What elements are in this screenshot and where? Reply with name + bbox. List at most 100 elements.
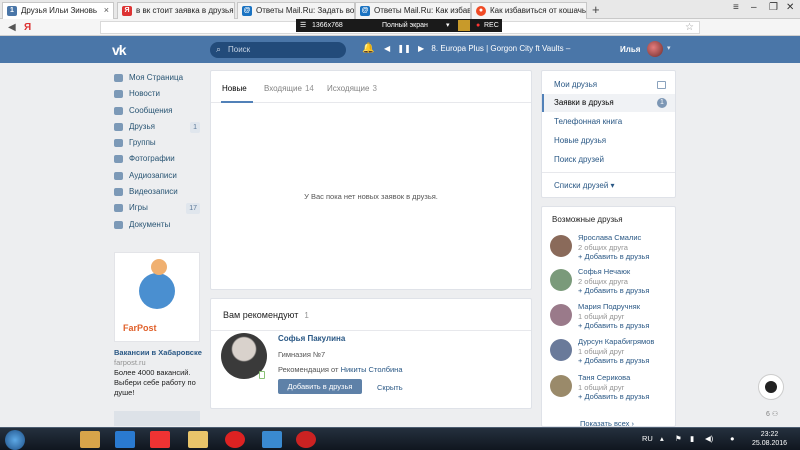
site-favicon-icon: ●: [476, 6, 486, 16]
avatar[interactable]: [550, 235, 572, 257]
vk-logo[interactable]: vk: [112, 42, 127, 58]
tray-app-icon[interactable]: ●: [730, 434, 735, 443]
sidebar-item-groups[interactable]: Группы: [114, 135, 204, 151]
bookmark-star-icon[interactable]: ☆: [685, 22, 694, 33]
start-button[interactable]: [5, 430, 25, 450]
back-icon[interactable]: ◀: [8, 22, 16, 33]
taskbar-app-icon[interactable]: [80, 431, 100, 448]
folder-icon[interactable]: [188, 431, 208, 448]
mutual-friends[interactable]: 2 общих друга: [578, 277, 628, 286]
avatar[interactable]: [647, 41, 663, 57]
clock[interactable]: 23:22 25.08.2016: [752, 430, 787, 448]
window-icon[interactable]: [657, 81, 666, 89]
close-window-icon[interactable]: ✕: [786, 2, 794, 13]
browser-tab-1[interactable]: 1 Друзья Ильи Зиновь ×: [2, 2, 114, 19]
friend-name[interactable]: Ярослава Смалис: [578, 233, 641, 242]
ie-icon[interactable]: [115, 431, 135, 448]
browser-tab-2[interactable]: Я в вк стоит заявка в друзья: [117, 2, 235, 19]
sidebar-item-friends[interactable]: Друзья 1: [114, 119, 204, 135]
chat-widget-count[interactable]: 6 ⚇: [766, 410, 778, 418]
browser-tab-3[interactable]: @ Ответы Mail.Ru: Задать воп: [237, 2, 355, 19]
add-friend-link[interactable]: + Добавить в друзья: [578, 392, 649, 401]
friend-name[interactable]: Мария Подручняк: [578, 302, 640, 311]
ad-site[interactable]: farpost.ru: [114, 358, 146, 367]
bell-icon[interactable]: 🔔: [362, 43, 374, 54]
friend-name[interactable]: Дурсун Карабигрямов: [578, 337, 654, 346]
user-name[interactable]: Илья: [620, 45, 640, 54]
ad-text[interactable]: Более 4000 вакансий. Выбери себе работу …: [114, 368, 204, 398]
friend-name[interactable]: Софья Нечаюк: [578, 267, 630, 276]
yandex-logo[interactable]: Я: [24, 22, 31, 33]
browser-tab-5[interactable]: ● Как избавиться от кошачь: [471, 2, 587, 19]
browser-tab-4[interactable]: @ Ответы Mail.Ru: Как избав: [355, 2, 471, 19]
sidebar-item-video[interactable]: Видеозаписи: [114, 184, 204, 200]
recorder-icon[interactable]: [296, 431, 316, 448]
sidebar-item-messages[interactable]: Сообщения: [114, 103, 204, 119]
chevron-down-icon[interactable]: ▾: [667, 44, 671, 52]
sidebar-item-news[interactable]: Новости: [114, 86, 204, 102]
avatar[interactable]: [550, 304, 572, 326]
volume-icon[interactable]: ◀): [705, 434, 713, 443]
yandex-browser-icon[interactable]: [225, 431, 245, 448]
capture-menu-icon[interactable]: ☰: [300, 19, 306, 32]
add-friend-link[interactable]: + Добавить в друзья: [578, 321, 649, 330]
menu-new-friends[interactable]: Новые друзья: [542, 132, 675, 150]
minimize-icon[interactable]: –: [751, 2, 757, 13]
avatar[interactable]: [550, 269, 572, 291]
next-track-icon[interactable]: ▶: [418, 44, 424, 53]
tray-expand-icon[interactable]: ▴: [660, 434, 664, 443]
prev-track-icon[interactable]: ◀: [384, 44, 390, 53]
mutual-friends[interactable]: 1 общий друг: [578, 347, 624, 356]
ad-title[interactable]: Вакансии в Хабаровске: [114, 348, 202, 357]
add-friend-link[interactable]: + Добавить в друзья: [578, 356, 649, 365]
search-input[interactable]: ⌕ Поиск: [210, 42, 346, 58]
games-icon: [114, 204, 123, 213]
tab-outgoing[interactable]: Исходящие 3: [327, 84, 377, 93]
camera-icon[interactable]: [458, 20, 470, 31]
menu-find-friends[interactable]: Поиск друзей: [542, 151, 675, 169]
sidebar-item-my-page[interactable]: Моя Страница: [114, 70, 204, 86]
recommender-link[interactable]: Никиты Столбина: [341, 365, 403, 374]
now-playing[interactable]: 8. Europa Plus | Gorgon City ft Vaults –: [431, 44, 570, 53]
mutual-friends[interactable]: 1 общий друг: [578, 312, 624, 321]
capture-resolution[interactable]: 1366x768: [312, 19, 343, 32]
language-indicator[interactable]: RU: [642, 434, 653, 443]
ad-image-2[interactable]: [114, 411, 200, 426]
avatar[interactable]: [550, 375, 572, 397]
add-friend-link[interactable]: + Добавить в друзья: [578, 252, 649, 261]
add-friend-link[interactable]: + Добавить в друзья: [578, 286, 649, 295]
sidebar-item-games[interactable]: Игры 17: [114, 200, 204, 216]
flag-icon[interactable]: ⚑: [675, 434, 682, 443]
friend-name[interactable]: Таня Серикова: [578, 373, 630, 382]
menu-friend-lists[interactable]: Списки друзей ▾: [542, 177, 675, 195]
close-tab-icon[interactable]: ×: [104, 5, 109, 15]
menu-icon[interactable]: ≡: [733, 2, 739, 13]
yandex-icon[interactable]: [150, 431, 170, 448]
recommended-user-name[interactable]: Софья Пакулина: [278, 334, 345, 343]
menu-label: Новые друзья: [554, 136, 607, 145]
ad-image[interactable]: FarPost: [114, 252, 200, 342]
mutual-friends[interactable]: 2 общих друга: [578, 243, 628, 252]
media-player-icon[interactable]: [262, 431, 282, 448]
hide-button[interactable]: Скрыть: [377, 383, 403, 392]
menu-my-friends[interactable]: Мои друзья: [542, 76, 675, 94]
mutual-friends[interactable]: 1 общий друг: [578, 383, 624, 392]
sidebar-item-photos[interactable]: Фотографии: [114, 151, 204, 167]
pause-icon[interactable]: ❚❚: [397, 44, 410, 53]
maximize-icon[interactable]: ❐: [769, 2, 778, 13]
add-friend-button[interactable]: Добавить в друзья: [278, 379, 362, 394]
sidebar-item-audio[interactable]: Аудиозаписи: [114, 168, 204, 184]
menu-phone-book[interactable]: Телефонная книга: [542, 113, 675, 131]
new-tab-icon[interactable]: +: [592, 2, 600, 17]
sidebar-item-label: Аудиозаписи: [129, 170, 177, 180]
tab-new[interactable]: Новые: [222, 84, 247, 93]
network-icon[interactable]: ▮: [690, 434, 694, 443]
chat-widget-avatar[interactable]: [758, 374, 784, 400]
avatar[interactable]: [550, 339, 572, 361]
tab-incoming[interactable]: Входящие 14: [264, 84, 314, 93]
sidebar-item-documents[interactable]: Документы: [114, 217, 204, 233]
record-label[interactable]: REC: [484, 19, 499, 32]
dropdown-icon[interactable]: ▾: [446, 19, 450, 32]
capture-mode[interactable]: Полный экран: [382, 19, 428, 32]
menu-friend-requests[interactable]: Заявки в друзья 1: [542, 94, 675, 112]
